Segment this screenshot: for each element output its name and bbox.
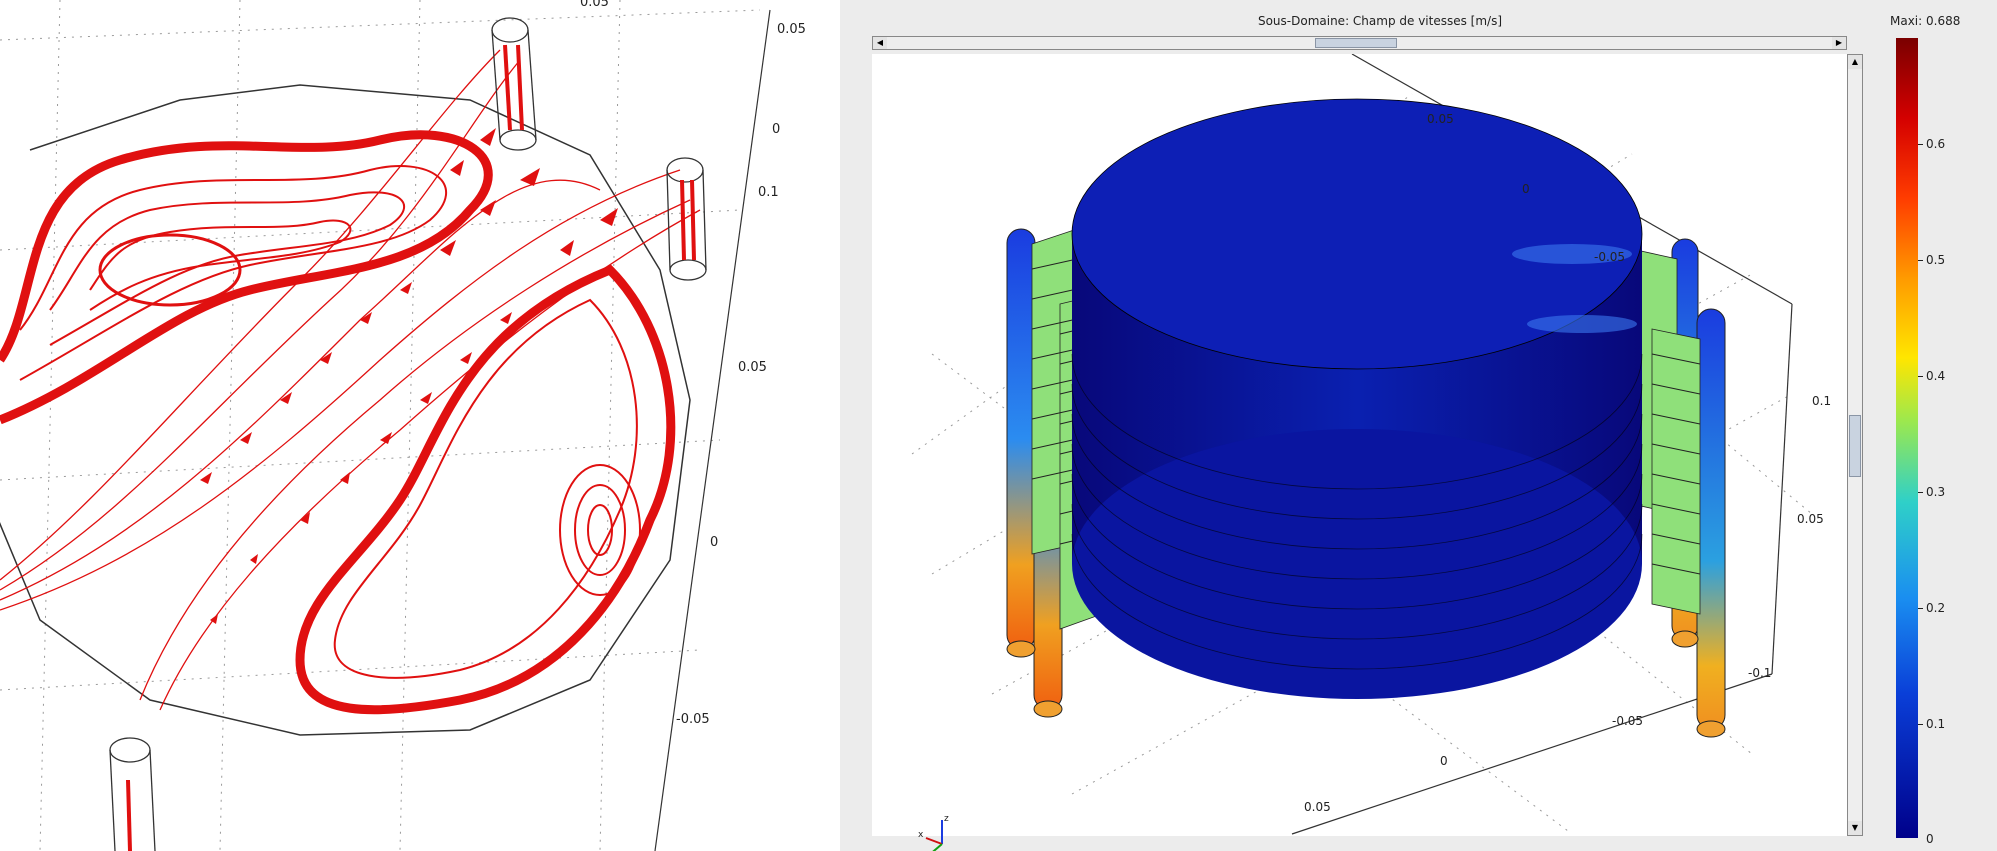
z-axis-label: z xyxy=(944,814,949,824)
scroll-left-button[interactable]: ◀ xyxy=(873,37,887,49)
colorbar-tick xyxy=(1918,608,1923,609)
streamline-plot xyxy=(0,0,771,851)
coordinate-axes-indicator: z x y xyxy=(912,814,972,851)
colorbar xyxy=(1896,38,1918,838)
3d-view-canvas[interactable]: z x y 0.05 0 -0.05 0.1 0.05 -0.1 -0.05 0… xyxy=(872,53,1847,851)
colorbar-tick-label: 0.4 xyxy=(1926,369,1946,383)
axis-tick: 0 xyxy=(1522,182,1530,196)
axis-tick: -0.1 xyxy=(1748,666,1772,680)
axis-tick-partial: 0.05 xyxy=(580,0,609,10)
colorbar-tick-label: 0.2 xyxy=(1926,601,1946,615)
vortex-lower-right xyxy=(295,264,676,715)
highlight-mid xyxy=(1527,315,1637,333)
axis-tick: -0.05 xyxy=(1612,714,1644,728)
colorbar-tick xyxy=(1918,724,1923,725)
plot-title: Sous-Domaine: Champ de vitesses [m/s] xyxy=(1257,14,1503,28)
disc-outline xyxy=(0,84,691,736)
velocity-field-panel: Sous-Domaine: Champ de vitesses [m/s] ◀ … xyxy=(840,0,1997,851)
right-front-tube xyxy=(1696,308,1726,730)
axis-tick: 0.05 xyxy=(1427,112,1454,126)
scroll-right-button[interactable]: ▶ xyxy=(1832,37,1846,49)
colorbar-tick xyxy=(1918,376,1923,377)
colorbar-tick-label: 0.1 xyxy=(1926,717,1946,731)
scroll-up-button[interactable]: ▲ xyxy=(1848,55,1862,69)
vertical-scrollbar[interactable]: ▲ ▼ xyxy=(1847,54,1863,836)
colorbar-tick-label: 0.3 xyxy=(1926,485,1946,499)
colorbar-tick-label: 0 xyxy=(1926,832,1934,846)
axis-tick: 0.05 xyxy=(738,360,767,375)
grid-lines xyxy=(0,0,761,851)
vortex-upper-left xyxy=(0,130,493,425)
scroll-down-button[interactable]: ▼ xyxy=(1848,821,1862,835)
streamline-plot-panel: 0.05 0 0.1 0.05 0 -0.05 0.05 xyxy=(0,0,840,851)
colorbar-tick xyxy=(1918,144,1923,145)
axis-tick: 0.1 xyxy=(758,185,779,200)
axis-tick: 0 xyxy=(710,535,719,550)
axis-tick: 0.1 xyxy=(1812,394,1832,408)
cylinder-bottom xyxy=(1072,429,1642,699)
3d-model-render xyxy=(911,53,1813,835)
axis-tick: 0.05 xyxy=(777,22,806,37)
colorbar-tick xyxy=(1918,492,1923,493)
axis-tick: 0.05 xyxy=(1304,800,1331,814)
axis-tick: 0.05 xyxy=(1797,512,1824,526)
x-axis-label: x xyxy=(918,830,924,840)
horizontal-scroll-thumb[interactable] xyxy=(1315,38,1397,48)
vertical-scroll-thumb[interactable] xyxy=(1849,415,1861,477)
axis-tick: -0.05 xyxy=(1594,250,1626,264)
left-back-tube xyxy=(1006,228,1036,650)
colorbar-tick-label: 0.5 xyxy=(1926,253,1946,267)
colorbar-tick-label: 0.6 xyxy=(1926,137,1946,151)
horizontal-scrollbar[interactable]: ◀ ▶ xyxy=(872,36,1847,50)
axis-tick: 0 xyxy=(1440,754,1448,768)
axis-tick: -0.05 xyxy=(676,712,710,727)
colorbar-tick xyxy=(1918,260,1923,261)
colorbar-max-label: Maxi: 0.688 xyxy=(1890,14,1961,28)
axis-tick: 0 xyxy=(772,122,781,137)
